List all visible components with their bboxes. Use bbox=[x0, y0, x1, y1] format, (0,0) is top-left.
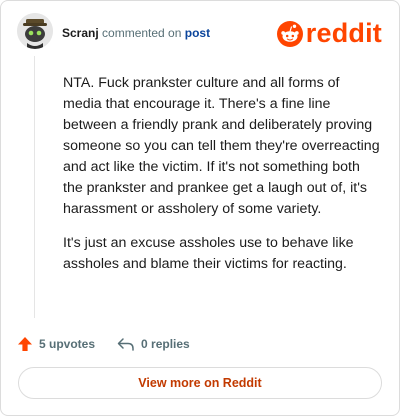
replies-label: 0 replies bbox=[141, 337, 190, 351]
avatar[interactable] bbox=[17, 13, 53, 49]
comment-action-text: commented on bbox=[98, 26, 185, 40]
comment-paragraph: It's just an excuse assholes use to beha… bbox=[63, 235, 354, 272]
embedded-comment-card: Scranj commented on post reddit NTA. Fuc… bbox=[0, 0, 400, 416]
reply-arrow-icon bbox=[117, 338, 134, 351]
upvote-arrow-icon[interactable] bbox=[17, 336, 33, 352]
username[interactable]: Scranj bbox=[62, 26, 99, 40]
reddit-logo[interactable]: reddit bbox=[276, 18, 382, 48]
reddit-snoo-icon bbox=[276, 20, 303, 47]
user-avatar-icon bbox=[17, 13, 53, 49]
view-more-button[interactable]: View more on Reddit bbox=[18, 367, 382, 399]
replies[interactable]: 0 replies bbox=[117, 337, 190, 351]
post-link[interactable]: post bbox=[185, 26, 210, 40]
upvotes[interactable]: 5 upvotes bbox=[17, 336, 95, 352]
comment-header: Scranj commented on post bbox=[62, 26, 210, 40]
thread-line bbox=[34, 56, 35, 318]
comment-paragraph: NTA. Fuck prankster culture and all form… bbox=[63, 75, 380, 217]
reddit-wordmark: reddit bbox=[305, 18, 382, 48]
upvotes-label: 5 upvotes bbox=[39, 337, 96, 351]
comment-body: NTA. Fuck prankster culture and all form… bbox=[63, 73, 381, 288]
comment-footer: 5 upvotes 0 replies bbox=[17, 334, 190, 354]
